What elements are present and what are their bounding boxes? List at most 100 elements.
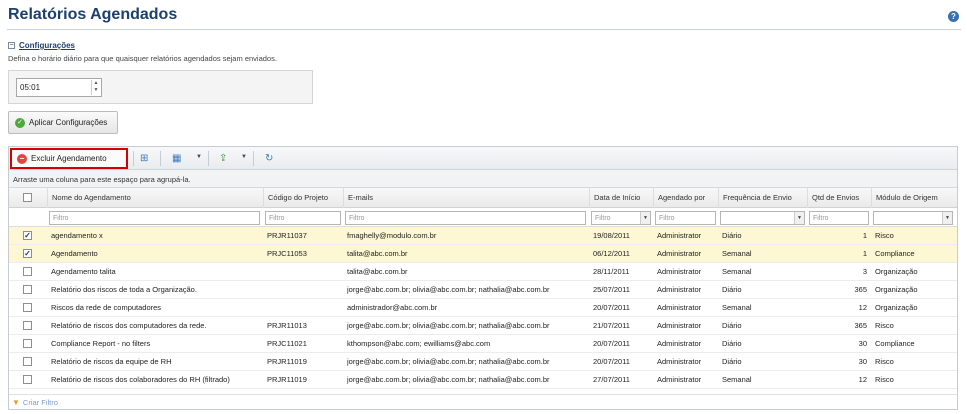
cell-name: Relatório dos riscos de toda a Organizaç… xyxy=(51,285,197,294)
time-value: 05:01 xyxy=(20,83,41,92)
hierarchy-icon[interactable]: ⊞ xyxy=(140,153,148,164)
cell-name: Relatório de riscos dos colaboradores do… xyxy=(51,375,230,384)
cell-freq: Diário xyxy=(722,285,742,294)
cell-emails: jorge@abc.com.br; olivia@abc.com.br; nat… xyxy=(347,357,550,366)
cell-freq: Diário xyxy=(722,357,742,366)
row-checkbox[interactable] xyxy=(23,321,32,330)
column-header-start-date[interactable]: Data de Início xyxy=(589,188,653,208)
toolbar-divider xyxy=(253,151,254,166)
create-filter-label: Criar Filtro xyxy=(22,398,58,407)
cell-project xyxy=(263,263,343,280)
time-spinner[interactable]: ▲ ▼ xyxy=(91,80,100,95)
row-checkbox[interactable] xyxy=(23,303,32,312)
row-checkbox[interactable] xyxy=(23,375,32,384)
configuration-toggle[interactable]: − Configurações xyxy=(8,41,75,50)
table-row[interactable]: Compliance Report - no filters PRJC11021 k… xyxy=(9,335,957,353)
cell-emails: jorge@abc.com.br; olivia@abc.com.br; nat… xyxy=(347,321,550,330)
cell-count: 1 xyxy=(862,231,867,240)
cell-start: 06/12/2011 xyxy=(593,249,630,258)
cell-count: 3 xyxy=(862,267,867,276)
delete-icon: − xyxy=(17,153,27,164)
select-all-checkbox[interactable] xyxy=(23,193,32,202)
cell-start: 21/07/2011 xyxy=(593,321,630,330)
grid-toolbar: − Excluir Agendamento ⊞ ▦ ▼ ⇪ ▼ ↻ xyxy=(9,147,957,170)
column-header-project[interactable]: Código do Projeto xyxy=(263,188,343,208)
cell-start: 20/07/2011 xyxy=(593,357,630,366)
table-row[interactable]: Relatório de riscos dos colaboradores do… xyxy=(9,371,957,389)
column-header-emails[interactable]: E-mails xyxy=(343,188,589,208)
chevron-down-icon[interactable]: ▼ xyxy=(942,212,952,224)
cell-module: Risco xyxy=(875,375,894,384)
chevron-down-icon[interactable]: ▼ xyxy=(640,212,650,224)
column-header-scheduled-by[interactable]: Agendado por xyxy=(653,188,718,208)
cell-by: Administrator xyxy=(657,267,702,276)
filter-emails-input[interactable]: Filtro xyxy=(345,211,586,225)
create-filter-link[interactable]: ▼ Criar Filtro xyxy=(12,398,58,407)
filter-module-select[interactable]: ▼ xyxy=(873,211,953,225)
row-checkbox[interactable]: ✓ xyxy=(23,231,32,240)
schedules-grid: − Excluir Agendamento ⊞ ▦ ▼ ⇪ ▼ ↻ Arrast… xyxy=(8,146,958,410)
columns-icon[interactable]: ▦ xyxy=(172,153,181,164)
chevron-down-icon[interactable]: ▼ xyxy=(196,154,202,160)
cell-start: 20/07/2011 xyxy=(593,303,630,312)
apply-settings-button[interactable]: ✓ Aplicar Configurações xyxy=(8,111,118,134)
cell-name: Agendamento talita xyxy=(51,267,116,276)
row-checkbox[interactable] xyxy=(23,339,32,348)
cell-emails: jorge@abc.com.br; olivia@abc.com.br; nat… xyxy=(347,375,550,384)
cell-by: Administrator xyxy=(657,357,702,366)
collapse-icon[interactable]: − xyxy=(8,42,15,49)
filter-row: Filtro Filtro Filtro Filtro ▼ Filtro ▼ F… xyxy=(9,208,957,227)
row-checkbox[interactable] xyxy=(23,285,32,294)
toolbar-divider xyxy=(160,151,161,166)
column-header-name[interactable]: Nome do Agendamento xyxy=(47,188,263,208)
table-row[interactable]: Riscos da rede de computadores administra… xyxy=(9,299,957,317)
time-panel: 05:01 ▲ ▼ xyxy=(8,70,313,104)
funnel-icon: ▼ xyxy=(12,398,20,407)
cell-project: PRJR11013 xyxy=(267,321,307,330)
cell-module: Compliance xyxy=(875,339,915,348)
row-checkbox[interactable]: ✓ xyxy=(23,249,32,258)
cell-by: Administrator xyxy=(657,303,702,312)
table-row[interactable]: ✓ agendamento x PRJR11037 fmaghelly@modulo.… xyxy=(9,227,957,245)
help-icon[interactable]: ? xyxy=(948,11,959,22)
row-checkbox[interactable] xyxy=(23,357,32,366)
table-row[interactable]: Relatório de riscos dos computadores da … xyxy=(9,317,957,335)
chevron-down-icon[interactable]: ▼ xyxy=(794,212,804,224)
filter-frequency-select[interactable]: ▼ xyxy=(720,211,805,225)
configuration-label[interactable]: Configurações xyxy=(19,41,75,50)
cell-project: PRJR11037 xyxy=(267,231,307,240)
cell-start: 27/07/2011 xyxy=(593,375,630,384)
filter-project-input[interactable]: Filtro xyxy=(265,211,341,225)
export-icon[interactable]: ⇪ xyxy=(219,153,227,164)
table-row[interactable]: Relatório de riscos da equipe de RH PRJR1… xyxy=(9,353,957,371)
refresh-icon[interactable]: ↻ xyxy=(265,153,273,164)
table-row[interactable]: ✓ Agendamento PRJC11053 talita@abc.com.br 06… xyxy=(9,245,957,263)
delete-schedule-button[interactable]: − Excluir Agendamento xyxy=(10,148,128,169)
cell-project: PRJR11019 xyxy=(267,357,307,366)
cell-project: PRJR11019 xyxy=(267,375,307,384)
table-row[interactable]: Relatório dos riscos de toda a Organizaç… xyxy=(9,281,957,299)
row-checkbox[interactable] xyxy=(23,267,32,276)
cell-module: Organização xyxy=(875,285,918,294)
cell-name: Relatório de riscos dos computadores da … xyxy=(51,321,207,330)
filter-placeholder: Filtro xyxy=(595,215,611,222)
filter-start-date-select[interactable]: Filtro ▼ xyxy=(591,211,651,225)
table-row[interactable]: Agendamento talita talita@abc.com.br 28/11… xyxy=(9,263,957,281)
filter-name-input[interactable]: Filtro xyxy=(49,211,260,225)
cell-start: 20/07/2011 xyxy=(593,339,630,348)
cell-count: 12 xyxy=(858,303,867,312)
cell-freq: Diário xyxy=(722,321,742,330)
column-header-module[interactable]: Módulo de Origem xyxy=(871,188,957,208)
cell-start: 28/11/2011 xyxy=(593,267,630,276)
group-drop-area[interactable]: Arraste uma coluna para este espaço para… xyxy=(9,170,957,188)
column-header-frequency[interactable]: Frequência de Envio xyxy=(718,188,807,208)
check-icon: ✓ xyxy=(15,117,25,128)
filter-scheduled-by-input[interactable]: Filtro xyxy=(655,211,716,225)
filter-count-input[interactable]: Filtro xyxy=(809,211,869,225)
cell-freq: Semanal xyxy=(722,249,752,258)
cell-module: Organização xyxy=(875,303,918,312)
column-header-count[interactable]: Qtd de Envios xyxy=(807,188,871,208)
toolbar-divider xyxy=(208,151,209,166)
chevron-down-icon[interactable]: ▼ xyxy=(241,154,247,160)
time-input[interactable]: 05:01 ▲ ▼ xyxy=(16,78,102,97)
